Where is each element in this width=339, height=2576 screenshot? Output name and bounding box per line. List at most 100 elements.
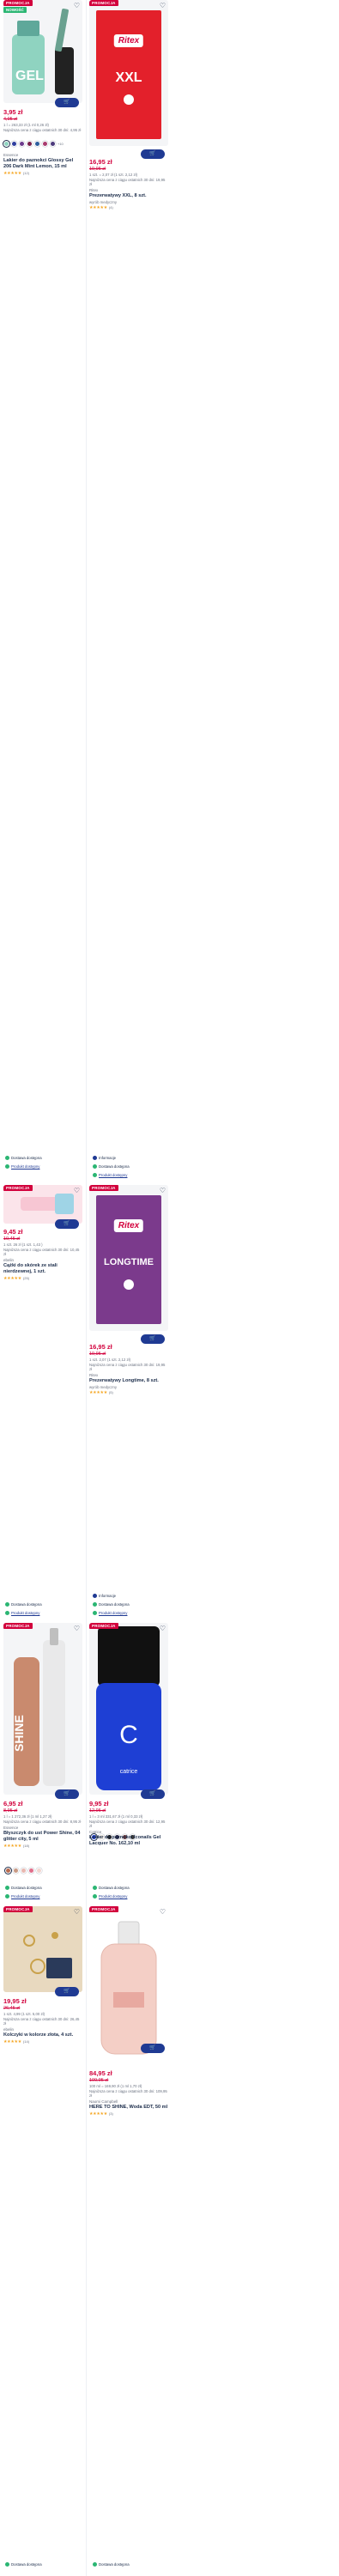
color-swatch[interactable] (5, 1868, 11, 1874)
availability-store-link[interactable]: Produkt dostępny (5, 1894, 39, 1899)
add-to-cart-button[interactable]: 🛒 (55, 1987, 79, 1996)
availability-link-text[interactable]: Produkt dostępny (99, 1611, 127, 1615)
availability-store-link[interactable]: Produkt dostępny (5, 1164, 39, 1169)
product-image[interactable]: PROMOCJA ♡ SHINE (3, 1623, 82, 1795)
rating: ★★★★★ (3) (89, 2111, 168, 2117)
product-name[interactable]: Cążki do skórek ze stali nierdzewnej, 1 … (3, 1263, 82, 1275)
rating-stars: ★★★★★ (89, 2111, 107, 2117)
brand-name: Catrice (89, 1830, 102, 1834)
color-swatch[interactable] (50, 141, 56, 147)
promo-badge: PROMOCJA (89, 1623, 118, 1629)
product-image[interactable]: PROMOCJA ♡ (3, 1185, 82, 1224)
review-count: (3) (108, 2111, 113, 2116)
product-name[interactable]: Kolczyki w kolorze złota, 4 szt. (3, 2032, 82, 2038)
lowest-price-note: Najniższa cena z ciągu ostatnich 30 dni:… (89, 178, 166, 186)
heart-icon[interactable]: ♡ (159, 2, 166, 9)
product-card[interactable]: PROMOCJA ♡ SHINE 🛒 (3, 1623, 82, 1829)
availability-text: Dostawa dostępna (99, 1886, 130, 1890)
price-block: 9,45 zł 10,45 zł 1 szt. 26 zł (1 szt. 1,… (3, 1228, 82, 1281)
availability-link-text[interactable]: Produkt dostępny (11, 1611, 39, 1615)
color-swatch[interactable] (27, 141, 33, 147)
product-name[interactable]: Błyszczyk do ust Power Shine, 04 glitter… (3, 1831, 82, 1843)
add-to-cart-button[interactable]: 🛒 (141, 1789, 165, 1799)
info-link[interactable]: Informacje (93, 1156, 116, 1160)
lip-gloss-illustration (14, 1628, 65, 1786)
product-image[interactable]: PROMOCJA ♡ C catrice (89, 1623, 168, 1795)
add-to-cart-button[interactable]: 🛒 (141, 2044, 165, 2053)
product-card[interactable]: PROMOCJA ♡ 🛒 9,45 zł 10,45 zł 1 szt. 26 … (3, 1185, 82, 1297)
color-swatch[interactable] (28, 1868, 34, 1874)
product-name[interactable]: HERE TO SHINE, Woda EDT, 50 ml (89, 2105, 168, 2111)
product-card[interactable]: PROMOCJA ♡ Ritex LONGTIME 🛒 16,95 zł 19,… (89, 1185, 168, 1408)
availability-text: Dostawa dostępna (11, 1156, 42, 1160)
brand-name: ebelin (3, 1258, 15, 1262)
add-to-cart-button[interactable]: 🛒 (55, 1219, 79, 1229)
gel-polish-illustration (12, 9, 74, 94)
color-swatch[interactable] (3, 141, 9, 147)
product-card[interactable]: PROMOCJA ♡ C catrice 🛒 (89, 1623, 168, 1829)
product-image[interactable]: PROMOCJA ♡ (3, 1906, 82, 1992)
product-image[interactable]: PROMOCJA ♡ (89, 1906, 168, 2061)
product-image-text: SHINE (12, 1715, 26, 1752)
lowest-price-note: Najniższa cena z ciągu ostatnich 30 dni:… (3, 128, 82, 132)
info-text[interactable]: Informacje (99, 1156, 116, 1160)
product-image[interactable]: PROMOCJA ♡ Ritex XXL (89, 0, 168, 146)
lowest-price-note: Najniższa cena z ciągu ostatnich 30 dni:… (3, 1248, 80, 1256)
color-swatch[interactable] (11, 141, 17, 147)
product-image[interactable]: PROMOCJA NOWOŚĆ GEL ♡ (3, 0, 82, 103)
add-to-cart-button[interactable]: 🛒 (141, 149, 165, 159)
new-badge: NOWOŚĆ (3, 7, 27, 13)
product-card[interactable]: PROMOCJA ♡ 🛒 84,95 zł 109,95 zł 100 ml =… (89, 1906, 168, 2129)
heart-icon[interactable]: ♡ (73, 2, 81, 9)
info-text[interactable]: Informacje (99, 1594, 116, 1598)
availability-online: Dostawa dostępna (93, 2562, 130, 2567)
color-swatch[interactable] (34, 141, 40, 147)
color-swatches[interactable]: +10 (3, 141, 64, 147)
availability-store-link[interactable]: Produkt dostępny (93, 1894, 127, 1899)
cart-icon: 🛒 (64, 1989, 70, 1994)
color-swatch[interactable] (19, 141, 25, 147)
availability-store-link[interactable]: Produkt dostępny (93, 1173, 127, 1177)
product-card[interactable]: PROMOCJA ♡ Ritex XXL 🛒 16,95 zł 19,95 zł… (89, 0, 168, 223)
heart-icon[interactable]: ♡ (73, 1908, 81, 1916)
availability-link-text[interactable]: Produkt dostępny (99, 1894, 127, 1899)
heart-icon[interactable]: ♡ (159, 1187, 166, 1194)
promo-badge: PROMOCJA (3, 1623, 33, 1629)
old-price: 12,95 zł (89, 1808, 106, 1814)
heart-icon[interactable]: ♡ (159, 1625, 166, 1632)
product-name[interactable]: Lakier do paznokci Glossy Gel 206 Dark M… (3, 158, 82, 170)
brand-name: ebelin (3, 2027, 15, 2032)
product-name[interactable]: Prezerwatywy XXL, 8 szt. (89, 193, 168, 199)
color-swatch[interactable] (21, 1868, 27, 1874)
product-card[interactable]: PROMOCJA NOWOŚĆ GEL ♡ 🛒 +10 3,95 zł 4,95… (3, 0, 82, 180)
heart-icon[interactable]: ♡ (159, 1908, 166, 1916)
info-link[interactable]: Informacje (93, 1594, 116, 1598)
add-to-cart-button[interactable]: 🛒 (55, 1789, 79, 1799)
availability-link-text[interactable]: Produkt dostępny (11, 1164, 39, 1169)
product-name[interactable]: Prezerwatywy Longtime, 8 szt. (89, 1378, 168, 1384)
color-swatch[interactable] (13, 1868, 19, 1874)
product-name[interactable]: Lakier do paznokci Iconails Gel Lacquer … (89, 1835, 168, 1847)
heart-icon[interactable]: ♡ (73, 1187, 81, 1194)
availability-online: Dostawa dostępna (93, 1164, 130, 1169)
cart-icon: 🛒 (149, 151, 156, 156)
color-swatches[interactable] (5, 1868, 42, 1874)
availability-store-link[interactable]: Produkt dostępny (5, 1611, 39, 1615)
product-card[interactable]: PROMOCJA ♡ 🛒 19,95 zł 26,45 zł 1 szt. 4,… (3, 1906, 82, 2078)
lowest-price-note: Najniższa cena z ciągu ostatnich 30 dni:… (89, 1820, 166, 1828)
color-swatch[interactable] (42, 141, 48, 147)
more-swatches-count[interactable]: +10 (58, 142, 64, 146)
availability-link-text[interactable]: Produkt dostępny (11, 1894, 39, 1899)
review-count: (4) (108, 204, 113, 210)
rating-stars: ★★★★★ (3, 1843, 21, 1849)
check-icon (5, 1156, 9, 1160)
add-to-cart-button[interactable]: 🛒 (141, 1334, 165, 1344)
availability-link-text[interactable]: Produkt dostępny (99, 1173, 127, 1177)
color-swatch[interactable] (36, 1868, 42, 1874)
product-image[interactable]: PROMOCJA ♡ Ritex LONGTIME (89, 1185, 168, 1331)
availability-store-link[interactable]: Produkt dostępny (93, 1611, 127, 1615)
old-price: 8,95 zł (3, 1808, 18, 1814)
heart-icon[interactable]: ♡ (73, 1625, 81, 1632)
add-to-cart-button[interactable]: 🛒 (55, 98, 79, 107)
lowest-price-note: Najniższa cena z ciągu ostatnich 30 dni:… (3, 2017, 80, 2026)
